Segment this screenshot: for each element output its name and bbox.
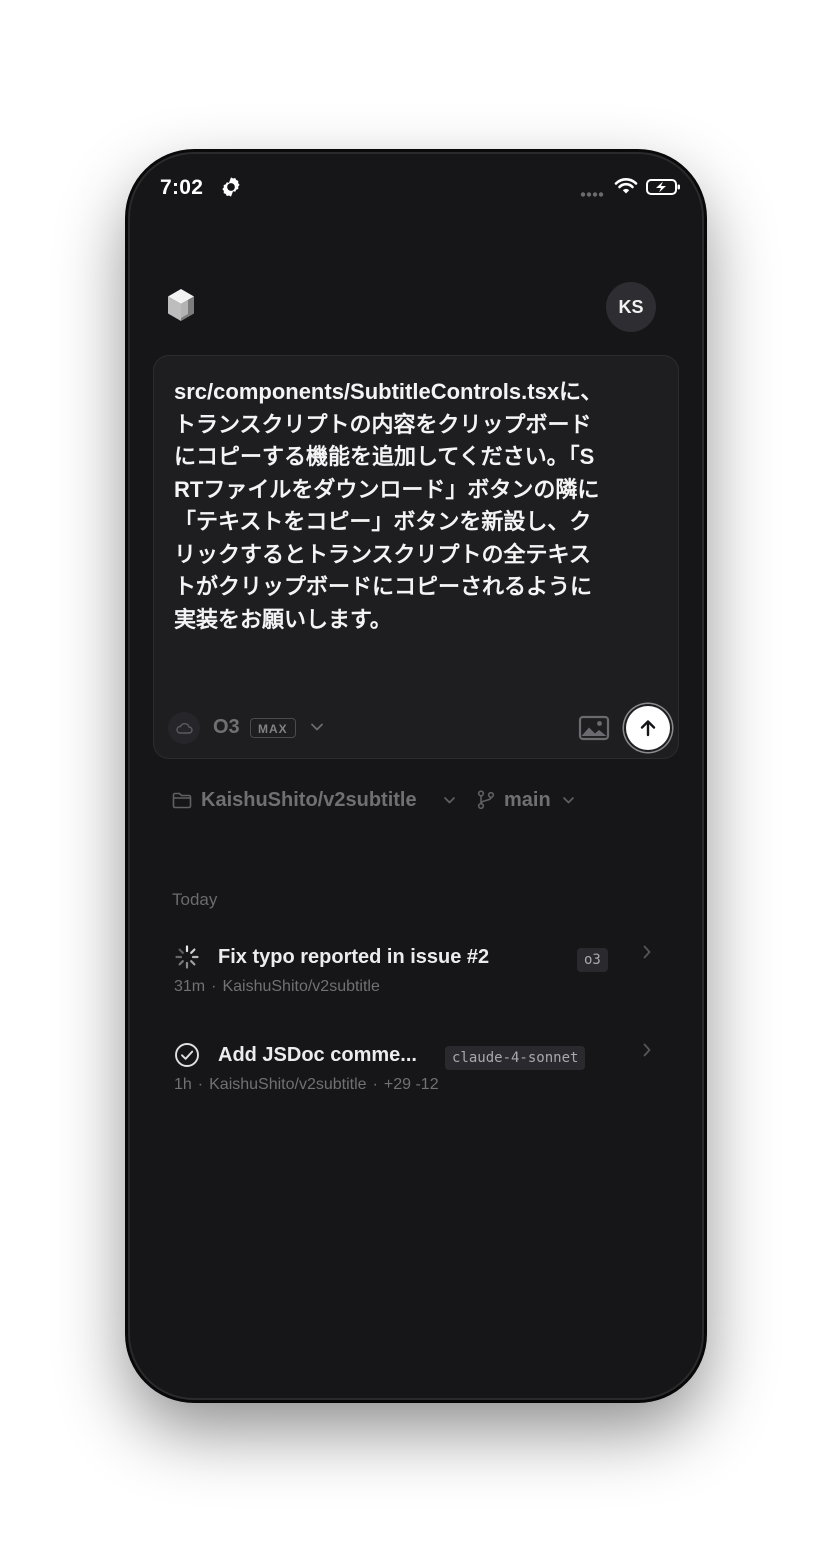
phone-screen: 7:02 KS src/components/SubtitleControls.… [128, 152, 704, 1400]
task-title: Fix typo reported in issue #2 [218, 946, 490, 968]
folder-icon [172, 792, 192, 809]
chevron-down-icon[interactable] [310, 722, 324, 732]
repository-selector[interactable]: KaishuShito/v2subtitle [201, 789, 417, 812]
cellular-signal-icon [580, 192, 604, 197]
chevron-right-icon[interactable] [642, 1042, 652, 1058]
app-logo-icon [168, 289, 194, 321]
wifi-icon [614, 178, 638, 194]
status-bar: 7:02 [128, 152, 704, 222]
section-label-today: Today [172, 890, 218, 909]
chevron-right-icon[interactable] [642, 944, 652, 960]
gear-icon [222, 177, 240, 197]
task-meta: 1h · KaishuShito/v2subtitle · +29 -12 [174, 1076, 439, 1093]
user-avatar[interactable]: KS [606, 282, 656, 332]
task-repo: KaishuShito/v2subtitle [222, 978, 380, 995]
task-item[interactable]: Add JSDoc comme... claude-4-sonnet 1h · Ka… [172, 1038, 662, 1102]
cloud-icon [176, 723, 193, 734]
repo-branch-bar: KaishuShito/v2subtitle main [172, 786, 652, 816]
task-repo: KaishuShito/v2subtitle [209, 1076, 367, 1093]
task-item[interactable]: Fix typo reported in issue #2 o3 31m · Kai… [172, 940, 662, 1004]
chevron-down-icon[interactable] [443, 796, 456, 805]
status-time: 7:02 [160, 176, 204, 199]
page: 7:02 KS src/components/SubtitleControls.… [0, 0, 832, 1564]
task-meta: 31m · KaishuShito/v2subtitle [174, 978, 380, 995]
model-selector[interactable]: O3 [213, 716, 240, 739]
task-model-badge: o3 [577, 948, 608, 972]
chevron-down-icon[interactable] [562, 796, 575, 805]
task-diff-stats: +29 -12 [383, 1076, 439, 1093]
environment-toggle[interactable] [168, 712, 200, 744]
task-age: 1h [174, 1076, 192, 1093]
prompt-input[interactable]: src/components/SubtitleControls.tsxに、トラン… [174, 376, 604, 636]
task-model-badge: claude-4-sonnet [445, 1046, 586, 1070]
image-attach-icon[interactable] [578, 715, 610, 741]
prompt-composer[interactable]: src/components/SubtitleControls.tsxに、トラン… [153, 355, 679, 759]
composer-toolbar: O3 MAX [168, 706, 670, 750]
loading-spinner-icon [175, 945, 199, 969]
battery-charging-icon [646, 179, 680, 195]
task-title: Add JSDoc comme... [218, 1044, 417, 1066]
arrow-up-icon [640, 720, 656, 737]
branch-selector[interactable]: main [504, 789, 551, 812]
send-button[interactable] [626, 706, 670, 750]
task-age: 31m [174, 978, 206, 995]
git-branch-icon [477, 790, 495, 810]
max-badge: MAX [250, 718, 296, 738]
check-circle-icon [175, 1043, 199, 1067]
